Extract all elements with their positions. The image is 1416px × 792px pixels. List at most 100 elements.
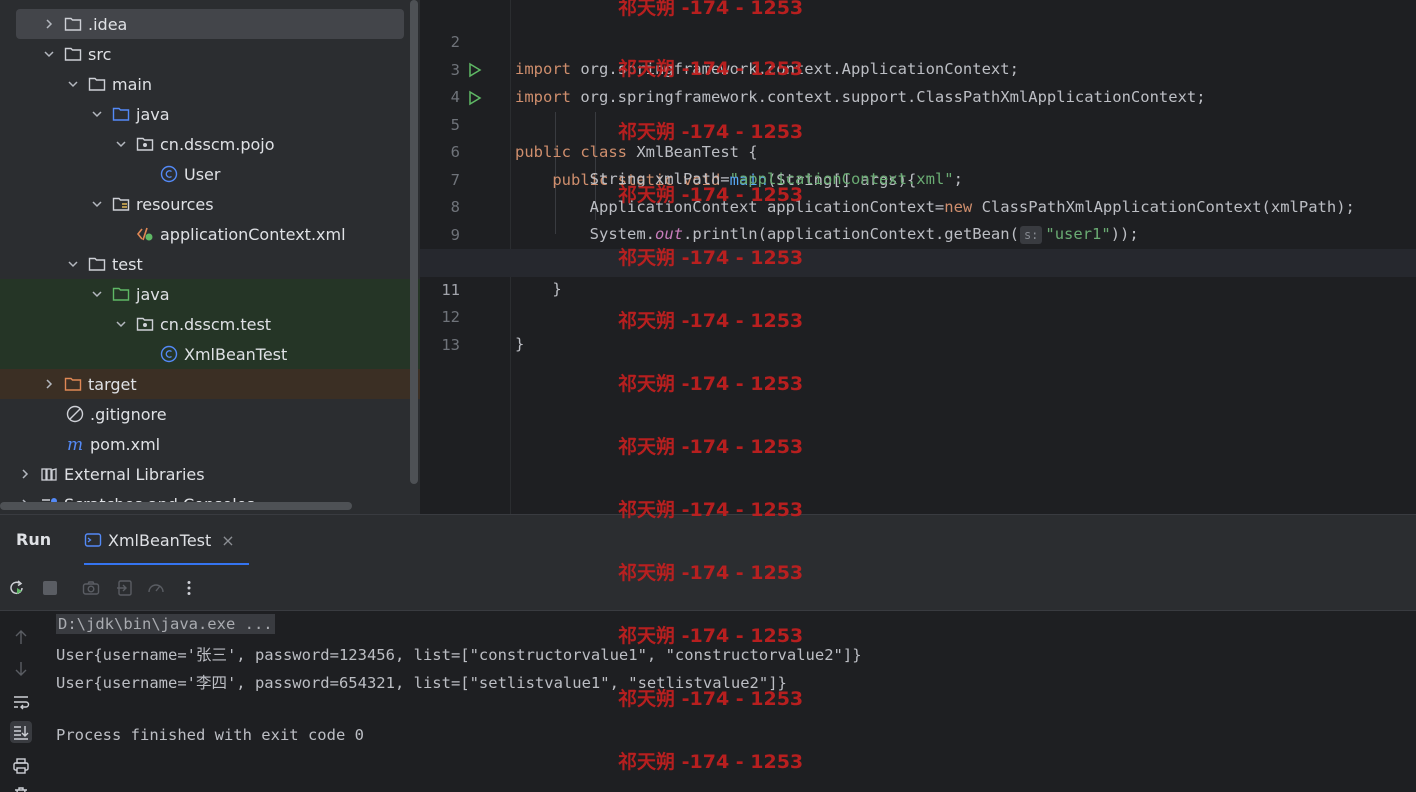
stop-button[interactable] — [40, 578, 60, 598]
code-line: 2 import org.springframework.context.App… — [420, 1, 1416, 79]
chevron-down-icon[interactable] — [90, 197, 104, 211]
rerun-button[interactable] — [7, 578, 27, 598]
tree-item-resources[interactable]: resources — [0, 189, 408, 219]
tree-item-package-test[interactable]: cn.dsscm.test — [0, 309, 420, 339]
tree-item-label: java — [136, 284, 170, 304]
svg-text:m: m — [67, 435, 83, 453]
chevron-down-icon[interactable] — [90, 287, 104, 301]
vertical-scrollbar[interactable] — [410, 0, 418, 484]
print-button[interactable] — [10, 755, 32, 777]
run-tab-label: XmlBeanTest — [108, 530, 212, 550]
tree-item-label: resources — [136, 194, 214, 214]
dump-threads-button[interactable] — [81, 578, 101, 598]
scroll-up-button[interactable] — [10, 626, 32, 648]
run-gutter-icon[interactable] — [467, 90, 483, 106]
chevron-right-icon[interactable] — [42, 377, 56, 391]
more-options-button[interactable] — [179, 578, 199, 598]
run-tab-xmlbeantest[interactable]: XmlBeanTest × — [84, 527, 235, 553]
horizontal-scrollbar[interactable] — [0, 502, 352, 510]
tree-item-label: java — [136, 104, 170, 124]
exit-icon — [117, 580, 132, 596]
xml-file-icon — [136, 225, 154, 243]
chevron-right-icon[interactable] — [42, 17, 56, 31]
tree-item-main-java[interactable]: java — [0, 99, 408, 129]
exit-button[interactable] — [115, 578, 135, 598]
tree-item-src[interactable]: src — [0, 39, 408, 69]
code-line: 13 — [420, 304, 1416, 354]
console-icon — [84, 533, 102, 547]
run-gutter-icon[interactable] — [467, 62, 483, 78]
code-line: 9 System.out.println(applicationContext.… — [420, 194, 1416, 272]
excluded-folder-icon — [64, 375, 82, 393]
run-title: Run — [16, 530, 52, 549]
tree-item-label: External Libraries — [64, 464, 205, 484]
soft-wrap-button[interactable] — [10, 691, 32, 713]
console-command-line[interactable]: D:\jdk\bin\java.exe ... — [56, 614, 275, 634]
rerun-icon — [10, 580, 23, 595]
run-tool-window: Run XmlBeanTest × D:\jdk\bin\java.exe ..… — [0, 514, 1416, 792]
code-token: } — [515, 335, 525, 353]
console-output-line: User{username='张三', password=123456, lis… — [56, 646, 862, 664]
java-class-icon — [160, 345, 178, 363]
scroll-to-end-button[interactable] — [10, 721, 32, 743]
tree-item-label: User — [184, 164, 221, 184]
tree-item-label: pom.xml — [90, 434, 161, 454]
tree-item-user-class[interactable]: User — [0, 159, 408, 189]
tree-item-label: src — [88, 44, 112, 64]
camera-icon — [82, 581, 100, 595]
code-line: 12 } — [420, 276, 1416, 354]
clear-console-button[interactable] — [10, 783, 32, 792]
code-text: } — [515, 331, 524, 359]
scroll-down-button[interactable] — [10, 658, 32, 680]
code-editor[interactable]: 2 import org.springframework.context.App… — [420, 0, 1416, 514]
print-icon — [13, 758, 29, 774]
code-line: 10 } — [420, 221, 1416, 299]
tree-item-test-java[interactable]: java — [0, 279, 420, 309]
tree-item-pom-xml[interactable]: m pom.xml — [0, 429, 408, 459]
chevron-down-icon[interactable] — [66, 77, 80, 91]
tree-item-target[interactable]: target — [0, 369, 420, 399]
tree-item-application-context-xml[interactable]: applicationContext.xml — [0, 219, 408, 249]
arrow-up-icon — [15, 630, 27, 644]
code-line: 4 public class XmlBeanTest { — [420, 56, 1416, 161]
chevron-down-icon[interactable] — [114, 137, 128, 151]
gauge-icon — [148, 584, 164, 593]
tree-item-external-libraries[interactable]: External Libraries — [0, 459, 408, 489]
tree-item-xmlbeantest-class[interactable]: XmlBeanTest — [0, 339, 420, 369]
project-tree: .idea src main java cn.dsscm.pojo User r… — [0, 0, 420, 514]
chevron-down-icon[interactable] — [66, 257, 80, 271]
code-line: 6 String xmlPath="applicationContext.xml… — [420, 111, 1416, 189]
profiler-button[interactable] — [146, 578, 166, 598]
folder-icon — [88, 75, 106, 93]
ignore-file-icon — [66, 405, 84, 423]
close-tab-icon[interactable]: × — [221, 531, 234, 550]
chevron-down-icon[interactable] — [114, 317, 128, 331]
tree-item-test[interactable]: test — [0, 249, 408, 279]
tree-item-label: .idea — [88, 14, 128, 34]
scroll-to-end-icon — [14, 726, 29, 740]
run-header: Run XmlBeanTest × — [0, 515, 1416, 566]
library-icon — [40, 465, 58, 483]
test-folder-icon — [112, 285, 130, 303]
chevron-right-icon[interactable] — [18, 467, 32, 481]
source-folder-icon — [112, 105, 130, 123]
line-number: 13 — [441, 335, 460, 354]
code-line: 7 ApplicationContext applicationContext=… — [420, 139, 1416, 217]
chevron-down-icon[interactable] — [42, 47, 56, 61]
maven-icon: m — [66, 435, 84, 453]
folder-icon — [88, 255, 106, 273]
tree-item-idea[interactable]: .idea — [16, 9, 404, 39]
resources-folder-icon — [112, 195, 130, 213]
console-exit-line: Process finished with exit code 0 — [56, 726, 364, 744]
tree-item-label: XmlBeanTest — [184, 344, 288, 364]
tree-item-gitignore[interactable]: .gitignore — [0, 399, 408, 429]
stop-icon — [43, 581, 57, 595]
tree-item-package-pojo[interactable]: cn.dsscm.pojo — [0, 129, 408, 159]
code-line: 5 public static void main(String[] args)… — [420, 84, 1416, 189]
run-toolbar — [0, 565, 1416, 611]
code-line: 3 import org.springframework.context.sup… — [420, 29, 1416, 107]
tree-item-label: cn.dsscm.test — [160, 314, 272, 334]
tree-item-main[interactable]: main — [0, 69, 408, 99]
chevron-down-icon[interactable] — [90, 107, 104, 121]
tree-item-label: applicationContext.xml — [160, 224, 346, 244]
